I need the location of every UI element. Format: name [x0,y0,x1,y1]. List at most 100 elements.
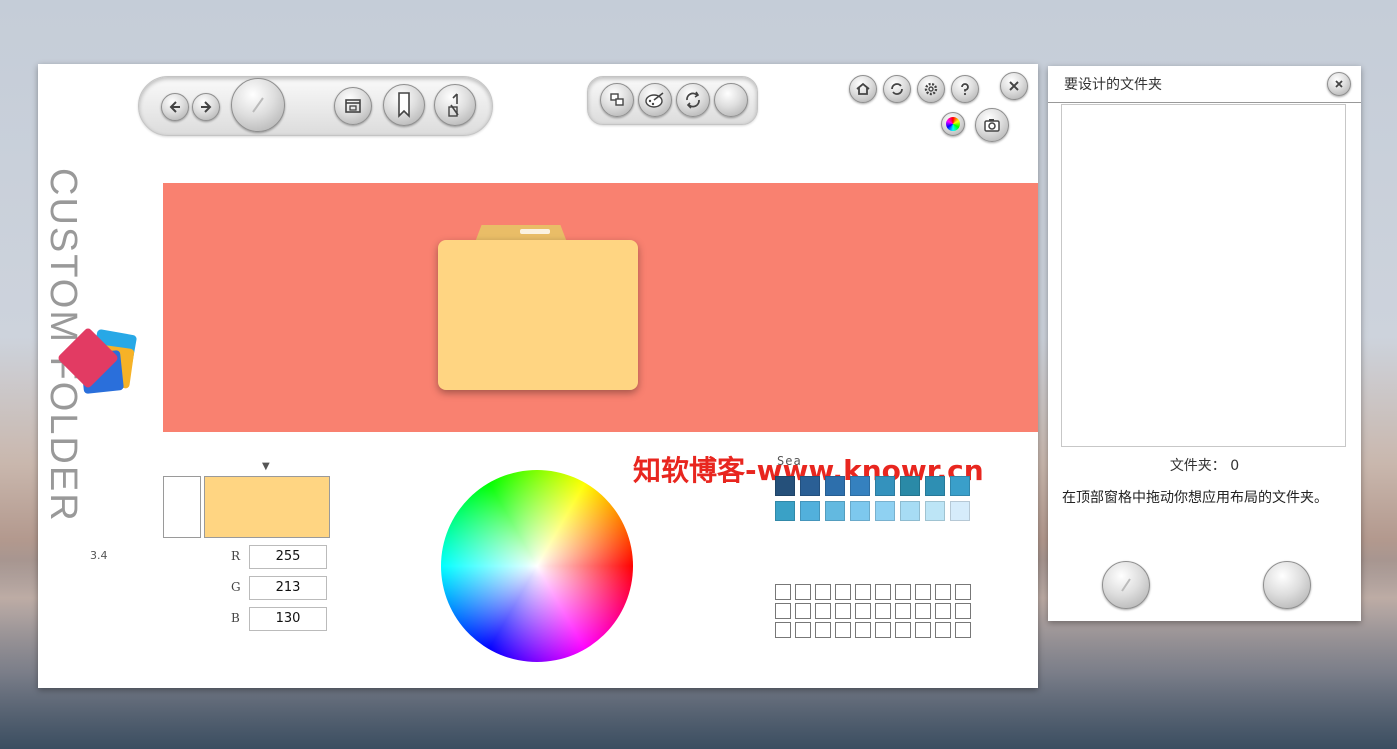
panel-close-button[interactable] [1327,72,1351,96]
custom-color-slot[interactable] [795,603,811,619]
custom-color-slot[interactable] [815,584,831,600]
help-button[interactable] [951,75,979,103]
custom-color-slot[interactable] [855,603,871,619]
home-icon [856,82,870,95]
custom-color-slot[interactable] [895,603,911,619]
custom-color-slot[interactable] [915,622,931,638]
panel-clear-button[interactable] [1263,561,1311,609]
custom-color-slot[interactable] [875,584,891,600]
bookmark-icon [398,92,410,118]
refresh-arrows-icon [686,91,700,109]
blank-icon [722,91,740,109]
custom-color-slot[interactable] [775,622,791,638]
forward-button[interactable] [192,93,220,121]
swatch-white[interactable] [163,476,201,538]
close-button[interactable] [1000,72,1028,100]
custom-color-slot[interactable] [835,603,851,619]
palette-swatch[interactable] [825,476,845,496]
custom-color-slot[interactable] [775,584,791,600]
blank-button[interactable] [714,83,748,117]
window-icon [345,99,361,113]
camera-icon [984,119,1000,132]
g-input[interactable]: 213 [249,576,327,600]
sync-icon [891,83,903,95]
palette-grid [775,476,970,521]
sync-button[interactable] [883,75,911,103]
palette-swatch[interactable] [850,476,870,496]
custom-color-slot[interactable] [915,603,931,619]
custom-color-slot[interactable] [795,584,811,600]
apply-button[interactable] [231,78,285,132]
undo-icon [448,93,459,117]
forward-icon [201,101,212,113]
folder-preview-area[interactable]: 知软博客-www.knowr.cn [163,183,1038,487]
help-icon [961,83,969,96]
undo-button[interactable] [434,84,476,126]
window-button[interactable] [334,87,372,125]
palette-swatch[interactable] [875,501,895,521]
palette-swatch[interactable] [800,476,820,496]
palette-swatch[interactable] [900,501,920,521]
custom-color-slot[interactable] [955,622,971,638]
panel-apply-button[interactable] [1102,561,1150,609]
swatch-current[interactable] [204,476,330,538]
bookmark-button[interactable] [383,84,425,126]
settings-button[interactable] [917,75,945,103]
custom-color-slot[interactable] [895,584,911,600]
custom-color-slot[interactable] [935,584,951,600]
folder-preview-icon [438,225,638,390]
main-window: CUSTOM FOLDER 3.4 知软博客-www.knowr.cn ▼ R … [38,64,1038,688]
custom-color-slot[interactable] [855,584,871,600]
layers-button[interactable] [600,83,634,117]
close-icon [1009,81,1019,91]
custom-color-slot[interactable] [795,622,811,638]
custom-color-slot[interactable] [815,603,831,619]
palette-icon [645,92,664,108]
palette-swatch[interactable] [925,476,945,496]
custom-color-slot[interactable] [935,603,951,619]
custom-color-slot[interactable] [955,584,971,600]
color-wheel[interactable] [441,470,633,662]
custom-colors-grid [775,584,971,638]
screenshot-button[interactable] [975,108,1009,142]
close-icon [1335,80,1343,88]
color-picker-button[interactable] [941,112,965,136]
layers-icon [610,93,624,106]
custom-color-slot[interactable] [815,622,831,638]
folder-drop-list[interactable] [1061,104,1346,447]
back-button[interactable] [161,93,189,121]
palette-button[interactable] [638,83,672,117]
r-input[interactable]: 255 [249,545,327,569]
palette-swatch[interactable] [850,501,870,521]
palette-swatch[interactable] [925,501,945,521]
palette-swatch[interactable] [950,476,970,496]
custom-color-slot[interactable] [835,584,851,600]
custom-color-slot[interactable] [935,622,951,638]
palette-swatch[interactable] [775,476,795,496]
folder-count: 文件夹： 0 [1169,458,1240,474]
r-label: R [231,549,241,563]
custom-color-slot[interactable] [775,603,791,619]
home-button[interactable] [849,75,877,103]
palette-swatch[interactable] [775,501,795,521]
custom-color-slot[interactable] [875,603,891,619]
palette-swatch[interactable] [800,501,820,521]
b-label: B [231,611,240,625]
gear-icon [924,82,938,96]
custom-color-slot[interactable] [835,622,851,638]
panel-divider [1048,102,1361,103]
palette-swatch[interactable] [900,476,920,496]
custom-color-slot[interactable] [955,603,971,619]
palette-swatch[interactable] [825,501,845,521]
b-input[interactable]: 130 [249,607,327,631]
palette-swatch[interactable] [950,501,970,521]
rotate-button[interactable] [676,83,710,117]
palette-swatch[interactable] [875,476,895,496]
custom-color-slot[interactable] [875,622,891,638]
custom-color-slot[interactable] [895,622,911,638]
app-version: 3.4 [90,549,108,562]
app-logo [58,322,142,406]
color-wheel-icon [946,117,960,131]
custom-color-slot[interactable] [915,584,931,600]
custom-color-slot[interactable] [855,622,871,638]
